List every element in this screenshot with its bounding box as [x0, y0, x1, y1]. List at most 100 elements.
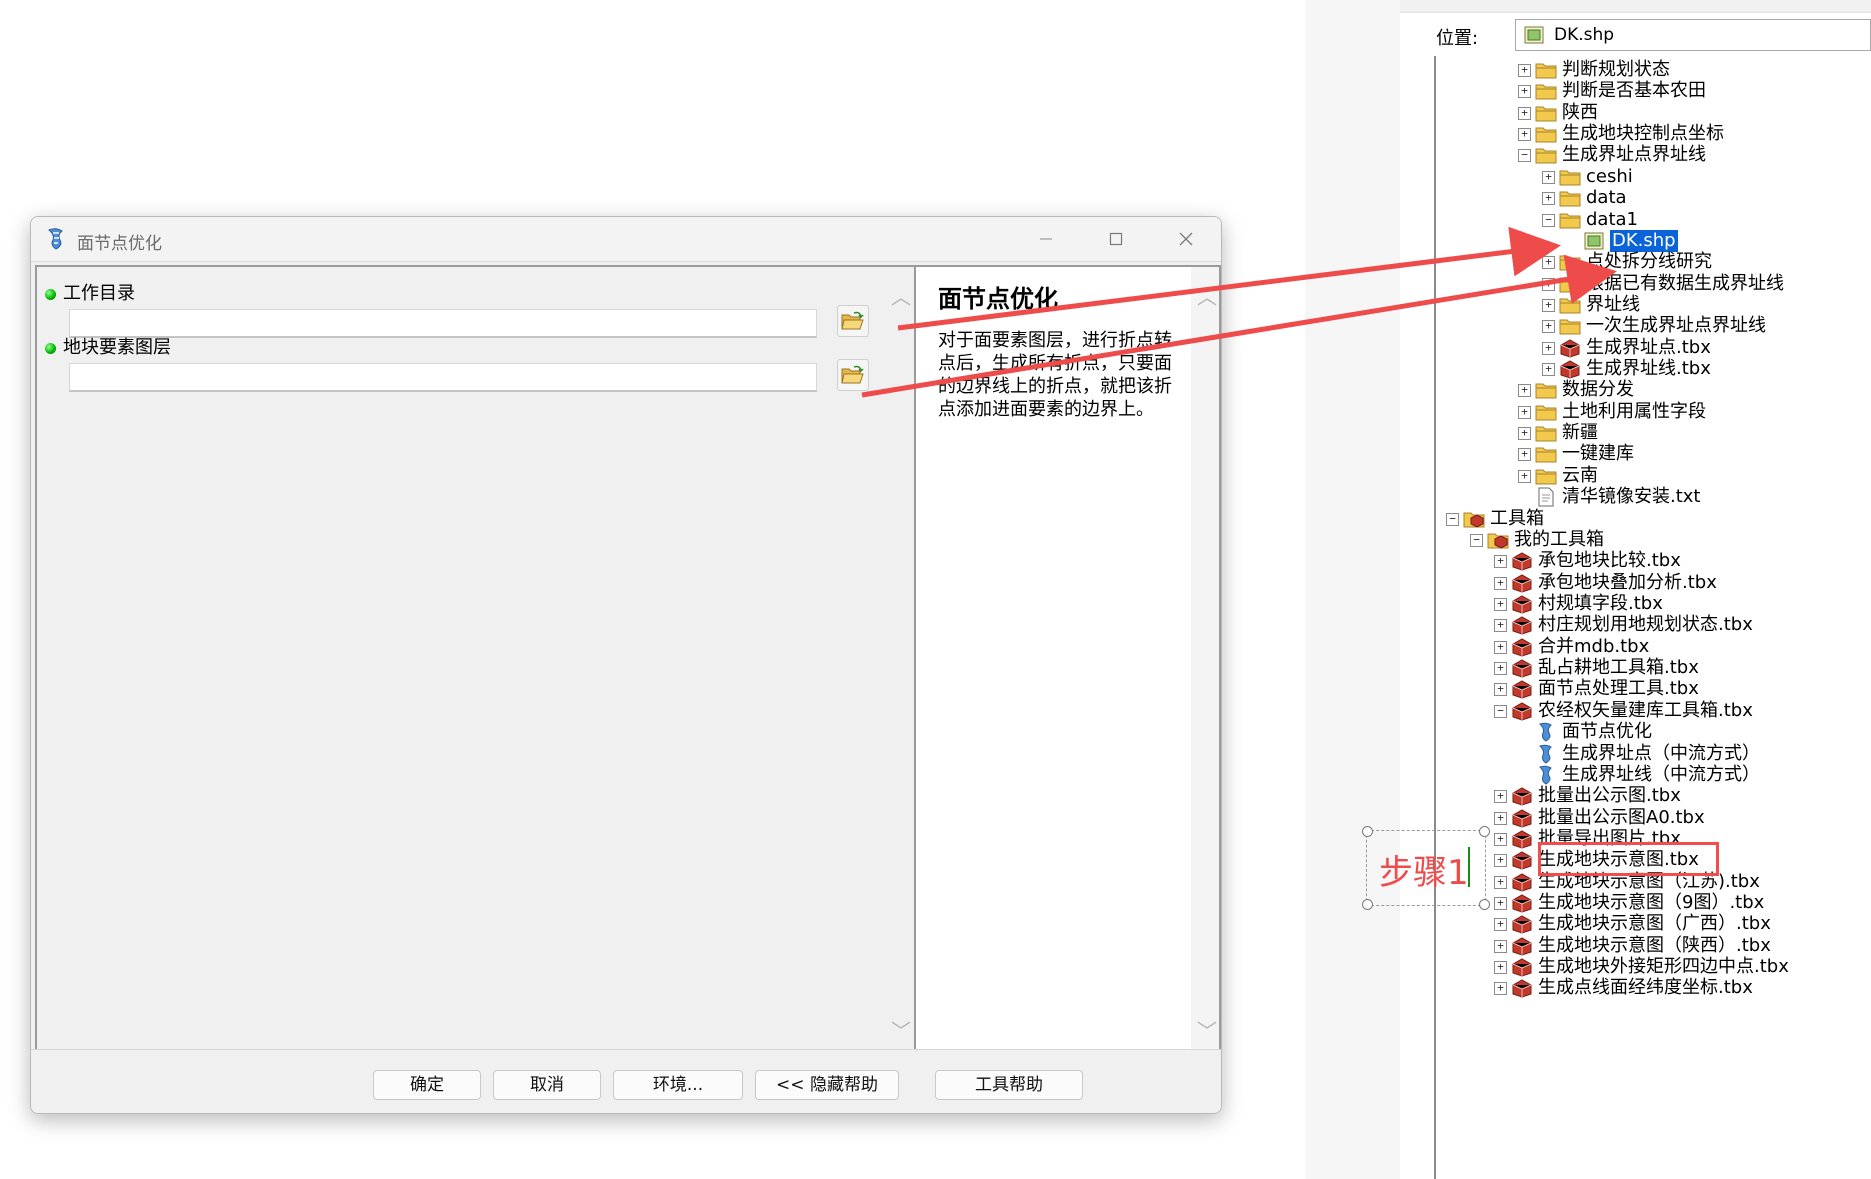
toolbox-icon	[1511, 936, 1533, 956]
folder-icon	[1535, 444, 1557, 464]
catalog-tree[interactable]: + 判断规划状态 + 判断是否基本农田 + 陕西 + 生成地块控制点坐标 − 生成界址点界址线 + c…	[1434, 56, 1871, 1179]
expand-icon[interactable]: +	[1494, 897, 1507, 911]
expand-icon[interactable]: +	[1518, 128, 1531, 142]
scroll-up-icon[interactable]: ︿	[891, 281, 911, 310]
expand-icon[interactable]: +	[1542, 298, 1555, 312]
collapse-icon[interactable]: −	[1446, 512, 1459, 526]
expand-icon[interactable]: +	[1542, 320, 1555, 334]
close-icon	[1179, 232, 1193, 246]
expand-icon[interactable]: +	[1542, 363, 1555, 377]
resize-handle[interactable]	[1479, 899, 1490, 910]
expand-icon[interactable]: +	[1494, 683, 1507, 697]
cancel-button[interactable]: 取消	[493, 1070, 601, 1100]
tree-item-label: 生成地块外接矩形四边中点.tbx	[1538, 956, 1789, 978]
expand-icon[interactable]: +	[1518, 106, 1531, 120]
expand-icon[interactable]: +	[1494, 811, 1507, 825]
tree-item-label: 判断是否基本农田	[1562, 80, 1706, 102]
browse-workdir-button[interactable]	[837, 305, 869, 337]
tree-item-label: 村庄规划用地规划状态.tbx	[1538, 614, 1753, 636]
maximize-icon	[1109, 232, 1123, 246]
expand-icon[interactable]: +	[1494, 918, 1507, 932]
ok-button[interactable]: 确定	[373, 1070, 481, 1100]
tree-item-label: 判断规划状态	[1562, 59, 1670, 80]
shapefile-icon	[1524, 26, 1544, 44]
parameters-pane: 工作目录 地块要素图层 ︿ ﹀	[35, 265, 916, 1051]
expand-icon[interactable]: +	[1518, 448, 1531, 462]
toolbox-icon	[1511, 957, 1533, 977]
expand-icon[interactable]: +	[1542, 277, 1555, 291]
expand-icon[interactable]: +	[1542, 192, 1555, 206]
location-label: 位置:	[1436, 28, 1479, 49]
browse-parcel-layer-button[interactable]	[837, 359, 869, 391]
expand-icon[interactable]: +	[1542, 170, 1555, 184]
expand-icon[interactable]: +	[1518, 64, 1531, 77]
resize-handle[interactable]	[1362, 826, 1373, 837]
scroll-up-icon[interactable]: ︿	[1197, 281, 1217, 310]
close-button[interactable]	[1151, 217, 1221, 261]
scroll-down-icon[interactable]: ﹀	[891, 1015, 911, 1044]
script-tool-icon	[1535, 722, 1557, 742]
environments-button[interactable]: 环境...	[613, 1070, 743, 1100]
expand-icon[interactable]: +	[1494, 576, 1507, 590]
folder-icon	[1535, 423, 1557, 443]
expand-icon[interactable]: +	[1542, 341, 1555, 355]
workdir-input[interactable]	[69, 309, 817, 338]
expand-icon[interactable]: +	[1518, 469, 1531, 483]
expand-icon[interactable]: +	[1494, 598, 1507, 611]
toolbox-icon	[1511, 850, 1533, 870]
expand-icon[interactable]: +	[1494, 832, 1507, 846]
annotation-textbox[interactable]: 步骤1	[1362, 826, 1490, 910]
hide-help-button[interactable]: << 隐藏帮助	[755, 1070, 899, 1100]
folder-icon	[1535, 81, 1557, 101]
collapse-icon[interactable]: −	[1470, 533, 1483, 547]
location-field[interactable]: DK.shp	[1515, 19, 1871, 51]
toolbox-icon	[1511, 914, 1533, 934]
tree-item[interactable]: + 生成点线面经纬度坐标.tbx	[1436, 976, 1866, 1001]
toolboxes-icon	[1487, 530, 1509, 550]
maximize-button[interactable]	[1081, 217, 1151, 261]
tree-item-label: 新疆	[1562, 422, 1598, 444]
folder-icon	[1559, 295, 1581, 315]
collapse-icon[interactable]: −	[1542, 213, 1555, 227]
text-caret	[1468, 847, 1470, 887]
tree-item-label: 乱占耕地工具箱.tbx	[1538, 657, 1699, 679]
collapse-icon[interactable]: −	[1518, 149, 1531, 163]
expand-icon[interactable]: +	[1518, 427, 1531, 441]
tree-item-label: 界址线	[1586, 293, 1640, 315]
expand-icon[interactable]: +	[1494, 961, 1507, 975]
help-scrollbar[interactable]: ︿ ﹀	[1191, 267, 1219, 1051]
expand-icon[interactable]: +	[1494, 555, 1507, 569]
parameters-scrollbar[interactable]: ︿ ﹀	[885, 267, 913, 1051]
folder-icon	[1535, 466, 1557, 486]
toolbox-icon	[1559, 338, 1581, 358]
dialog-titlebar[interactable]: 面节点优化	[31, 217, 1221, 262]
expand-icon[interactable]: +	[1494, 982, 1507, 996]
collapse-icon[interactable]: −	[1494, 704, 1507, 718]
tree-item-label: 生成界址线.tbx	[1586, 358, 1711, 380]
expand-icon[interactable]: +	[1494, 875, 1507, 889]
parcel-layer-input[interactable]	[69, 363, 817, 392]
expand-icon[interactable]: +	[1494, 939, 1507, 953]
folder-icon	[1559, 188, 1581, 208]
expand-icon[interactable]: +	[1494, 662, 1507, 676]
scroll-down-icon[interactable]: ﹀	[1197, 1015, 1217, 1044]
expand-icon[interactable]: +	[1518, 384, 1531, 398]
expand-icon[interactable]: +	[1494, 640, 1507, 654]
expand-icon[interactable]: +	[1494, 854, 1507, 868]
catalog-toolbar	[1400, 0, 1871, 13]
minimize-button[interactable]	[1011, 217, 1081, 261]
tree-item-label: 生成地块示意图（陕西）.tbx	[1538, 934, 1771, 956]
tree-item-label: 批量出公示图.tbx	[1538, 785, 1681, 807]
resize-handle[interactable]	[1362, 899, 1373, 910]
expand-icon[interactable]: +	[1518, 85, 1531, 99]
folder-icon	[1535, 60, 1557, 80]
toolbox-icon	[1511, 893, 1533, 913]
resize-handle[interactable]	[1479, 826, 1490, 837]
text-file-icon	[1535, 487, 1557, 507]
expand-icon[interactable]: +	[1518, 405, 1531, 419]
tree-item-label: 生成点线面经纬度坐标.tbx	[1538, 977, 1753, 999]
expand-icon[interactable]: +	[1494, 790, 1507, 804]
expand-icon[interactable]: +	[1542, 256, 1555, 270]
expand-icon[interactable]: +	[1494, 619, 1507, 633]
tool-help-button[interactable]: 工具帮助	[935, 1070, 1083, 1100]
